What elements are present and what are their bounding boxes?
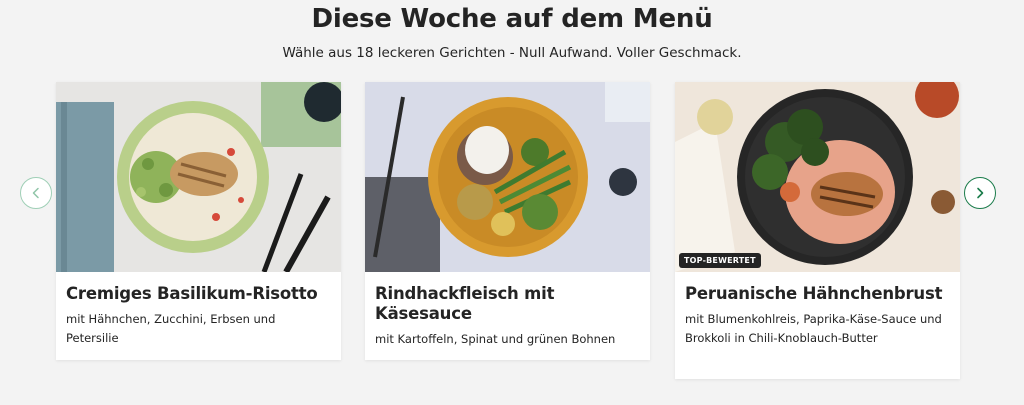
chevron-right-icon	[977, 187, 984, 199]
carousel-prev-button[interactable]	[20, 177, 52, 209]
section-subtitle: Wähle aus 18 leckeren Gerichten - Null A…	[282, 45, 742, 61]
recipe-title: Rindhackfleisch mit Käsesauce	[375, 284, 555, 323]
recipe-image	[365, 82, 650, 272]
chevron-left-icon	[32, 187, 39, 199]
carousel-next-button[interactable]	[964, 177, 996, 209]
section-title: Diese Woche auf dem Menü	[311, 4, 713, 34]
recipe-title: Cremiges Basilikum-Risotto	[66, 284, 318, 303]
recipe-image: TOP-BEWERTET	[675, 82, 960, 272]
recipe-description: mit Kartoffeln, Spinat und grünen Bohnen	[375, 332, 616, 346]
recipe-image	[56, 82, 341, 272]
recipe-title: Peruanische Hähnchenbrust	[685, 284, 943, 303]
recipe-description: mit Blumenkohlreis, Paprika-Käse-Sauce u…	[685, 312, 942, 345]
recipe-card[interactable]: TOP-BEWERTET Peruanische Hähnchenbrust m…	[675, 82, 960, 379]
recipe-description: mit Hähnchen, Zucchini, Erbsen und Peter…	[66, 312, 276, 345]
top-rated-badge: TOP-BEWERTET	[679, 253, 761, 268]
recipe-card[interactable]: Rindhackfleisch mit Käsesauce mit Kartof…	[365, 82, 650, 360]
recipe-card[interactable]: Cremiges Basilikum-Risotto mit Hähnchen,…	[56, 82, 341, 360]
